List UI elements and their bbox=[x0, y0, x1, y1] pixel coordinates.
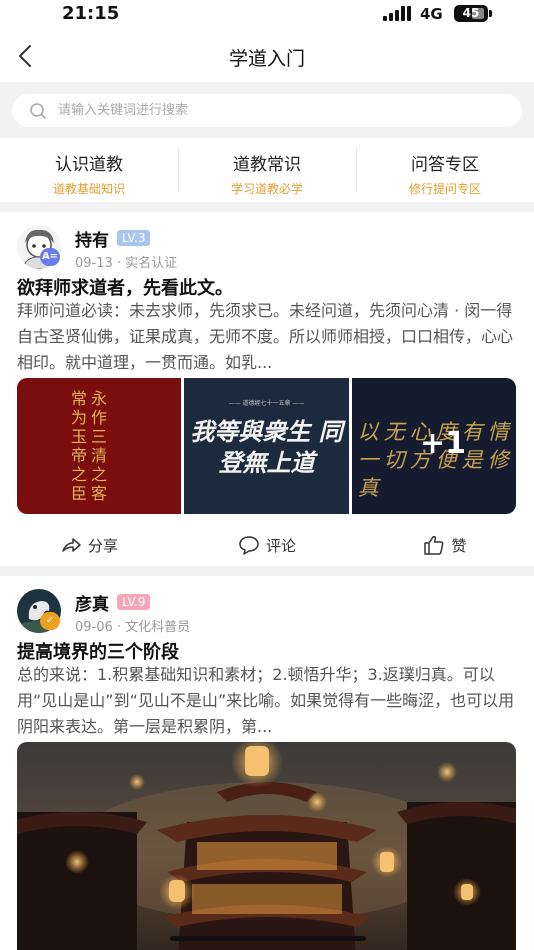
post-title[interactable]: 欲拜师求道者，先看此文。 bbox=[17, 274, 233, 300]
post-excerpt[interactable]: 拜师问道必读：未去求师，先须求已。未经问道，先须问心清 · 闵一得自古圣贤仙佛，… bbox=[17, 298, 517, 376]
image-gallery: 永作三清之客 常为玉帝之臣 —— 道德經七十一五章 —— 我等與衆生 同登無上道… bbox=[17, 378, 516, 514]
verified-badge: A= bbox=[40, 248, 60, 266]
tab-title: 道教常识 bbox=[233, 155, 301, 175]
post-image[interactable] bbox=[17, 742, 516, 950]
signal-icon bbox=[383, 6, 413, 21]
category-tabs: 认识道教 道教基础知识 道教常识 学习道教必学 问答专区 修行提问专区 bbox=[0, 138, 534, 202]
battery-tip bbox=[489, 10, 492, 17]
tab-daojiao-changshi[interactable]: 道教常识 学习道教必学 bbox=[178, 138, 356, 202]
battery-icon: 45 bbox=[454, 5, 488, 22]
image-calligraphy-text: 我等與衆生 同登無上道 bbox=[190, 417, 343, 477]
search-bar bbox=[0, 82, 534, 138]
like-button[interactable]: 赞 bbox=[356, 530, 534, 560]
nav-bar: 学道入门 bbox=[0, 30, 534, 82]
post-image[interactable]: —— 道德經七十一五章 —— 我等與衆生 同登無上道 bbox=[184, 378, 349, 514]
tab-title: 认识道教 bbox=[55, 155, 123, 175]
thumbs-up-icon bbox=[424, 535, 444, 555]
tab-wenda-zhuanqu[interactable]: 问答专区 修行提问专区 bbox=[356, 138, 534, 202]
post-image[interactable]: 永作三清之客 常为玉帝之臣 bbox=[17, 378, 182, 514]
network-type: 4G bbox=[420, 5, 443, 23]
post-card[interactable]: ✓ 彦真 LV.9 09-06 · 文化科普员 提高境界的三个阶段 总的来说：1… bbox=[0, 576, 534, 950]
status-time: 21:15 bbox=[62, 3, 120, 24]
verified-badge: ✓ bbox=[40, 612, 60, 630]
level-badge: LV.9 bbox=[117, 594, 151, 610]
search-box[interactable] bbox=[12, 94, 522, 127]
status-bar: 21:15 4G 45 bbox=[0, 0, 534, 30]
share-icon bbox=[62, 538, 81, 552]
more-images-count[interactable]: +1 bbox=[420, 426, 466, 461]
post-image[interactable]: 以无心度有情 一切方便是修真 +1 bbox=[351, 378, 516, 514]
pagoda-lantern-illustration bbox=[17, 742, 516, 950]
post-excerpt[interactable]: 总的来说：1.积累基础知识和素材；2.顿悟升华；3.返璞归真。可以用“见山是山”… bbox=[17, 662, 517, 740]
tab-subtitle: 修行提问专区 bbox=[408, 182, 481, 196]
post-meta: 09-13 · 实名认证 bbox=[75, 256, 178, 271]
tab-renshi-daojiao[interactable]: 认识道教 道教基础知识 bbox=[0, 138, 178, 202]
comment-label: 评论 bbox=[265, 536, 296, 555]
comment-button[interactable]: 评论 bbox=[178, 530, 356, 560]
level-badge: LV.3 bbox=[117, 230, 151, 246]
tab-subtitle: 道教基础知识 bbox=[52, 182, 125, 196]
comment-icon bbox=[239, 536, 259, 555]
post-title[interactable]: 提高境界的三个阶段 bbox=[17, 638, 179, 664]
page-title: 学道入门 bbox=[228, 48, 305, 70]
image-small-caption: —— 道德經七十一五章 —— bbox=[228, 400, 305, 407]
author-name[interactable]: 彦真 bbox=[75, 590, 109, 615]
home-indicator[interactable] bbox=[170, 936, 366, 941]
share-button[interactable]: 分享 bbox=[0, 530, 178, 560]
tab-subtitle: 学习道教必学 bbox=[230, 182, 303, 196]
tab-title: 问答专区 bbox=[411, 155, 479, 175]
post-meta: 09-06 · 文化科普员 bbox=[75, 620, 191, 635]
image-calligraphy-text: 永作三清之客 常为玉帝之臣 bbox=[68, 390, 107, 504]
search-input[interactable] bbox=[58, 94, 508, 127]
author-name[interactable]: 持有 bbox=[75, 226, 109, 251]
post-actions: 分享 评论 赞 bbox=[0, 530, 534, 560]
like-label: 赞 bbox=[451, 536, 467, 555]
share-label: 分享 bbox=[87, 536, 118, 555]
battery-level: 45 bbox=[462, 6, 480, 20]
search-icon bbox=[30, 103, 46, 119]
post-card[interactable]: A= 持有 LV.3 09-13 · 实名认证 欲拜师求道者，先看此文。 拜师问… bbox=[0, 212, 534, 566]
